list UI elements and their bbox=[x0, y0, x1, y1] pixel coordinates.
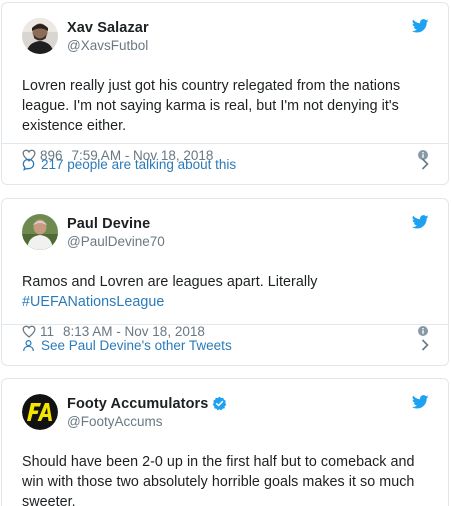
tweet-text-line: league. I'm not saying karma is real, bu… bbox=[22, 98, 399, 114]
tweet-header[interactable]: Xav Salazar @XavsFutbol bbox=[22, 16, 428, 56]
tweet-body: Paul Devine @PaulDevine70 Ramos and Lovr… bbox=[2, 199, 448, 340]
tweet-card: Footy Accumulators @FootyAccums Should h… bbox=[1, 378, 449, 506]
tweet-text-line: sweeter. bbox=[22, 494, 76, 506]
avatar[interactable] bbox=[22, 18, 58, 54]
avatar-photo bbox=[22, 214, 58, 250]
tweet-card: Xav Salazar @XavsFutbol Lovren really ju… bbox=[1, 2, 449, 185]
footy-accumulators-logo bbox=[22, 394, 58, 430]
tweet-card: Paul Devine @PaulDevine70 Ramos and Lovr… bbox=[1, 198, 449, 366]
tweet-body: Footy Accumulators @FootyAccums Should h… bbox=[2, 379, 448, 506]
tweet-text-line: Lovren really just got his country releg… bbox=[22, 78, 401, 94]
display-name[interactable]: Xav Salazar bbox=[67, 19, 149, 37]
footer-label[interactable]: See Paul Devine's other Tweets bbox=[41, 338, 421, 353]
tweet-body: Xav Salazar @XavsFutbol Lovren really ju… bbox=[2, 3, 448, 164]
avatar[interactable] bbox=[22, 394, 58, 430]
footer-label[interactable]: 217 people are talking about this bbox=[41, 157, 421, 172]
speech-bubble-icon bbox=[22, 158, 35, 171]
tweet-text: Should have been 2-0 up in the first hal… bbox=[22, 452, 428, 506]
tweet-text-line: Should have been 2-0 up in the first hal… bbox=[22, 454, 415, 470]
chevron-right-icon[interactable] bbox=[421, 339, 429, 351]
tweet-text: Lovren really just got his country releg… bbox=[22, 76, 428, 136]
screen-name[interactable]: @XavsFutbol bbox=[67, 37, 149, 54]
tweet-text: Ramos and Lovren are leagues apart. Lite… bbox=[22, 272, 428, 312]
tweet-text-line: Ramos and Lovren are leagues apart. Lite… bbox=[22, 274, 318, 290]
twitter-bird-icon[interactable] bbox=[412, 215, 429, 229]
screen-name[interactable]: @FootyAccums bbox=[67, 413, 227, 430]
conversation-link[interactable]: 217 people are talking about this bbox=[2, 143, 448, 184]
avatar-photo bbox=[22, 18, 58, 54]
twitter-bird-icon[interactable] bbox=[412, 395, 429, 409]
tweet-text-line: win with those two absolutely horrible g… bbox=[22, 474, 415, 490]
screen-name[interactable]: @PaulDevine70 bbox=[67, 233, 165, 250]
tweet-header[interactable]: Footy Accumulators @FootyAccums bbox=[22, 392, 428, 432]
tweet-header[interactable]: Paul Devine @PaulDevine70 bbox=[22, 212, 428, 252]
chevron-right-icon[interactable] bbox=[421, 158, 429, 170]
display-name[interactable]: Paul Devine bbox=[67, 215, 150, 233]
twitter-bird-icon[interactable] bbox=[412, 19, 429, 33]
display-name[interactable]: Footy Accumulators bbox=[67, 395, 208, 413]
verified-badge-icon bbox=[213, 396, 227, 411]
avatar[interactable] bbox=[22, 214, 58, 250]
person-icon bbox=[23, 339, 34, 351]
tweet-text-line: existence either. bbox=[22, 118, 127, 134]
other-tweets-link[interactable]: See Paul Devine's other Tweets bbox=[2, 324, 448, 365]
hashtag-link[interactable]: #UEFANationsLeague bbox=[22, 292, 428, 312]
